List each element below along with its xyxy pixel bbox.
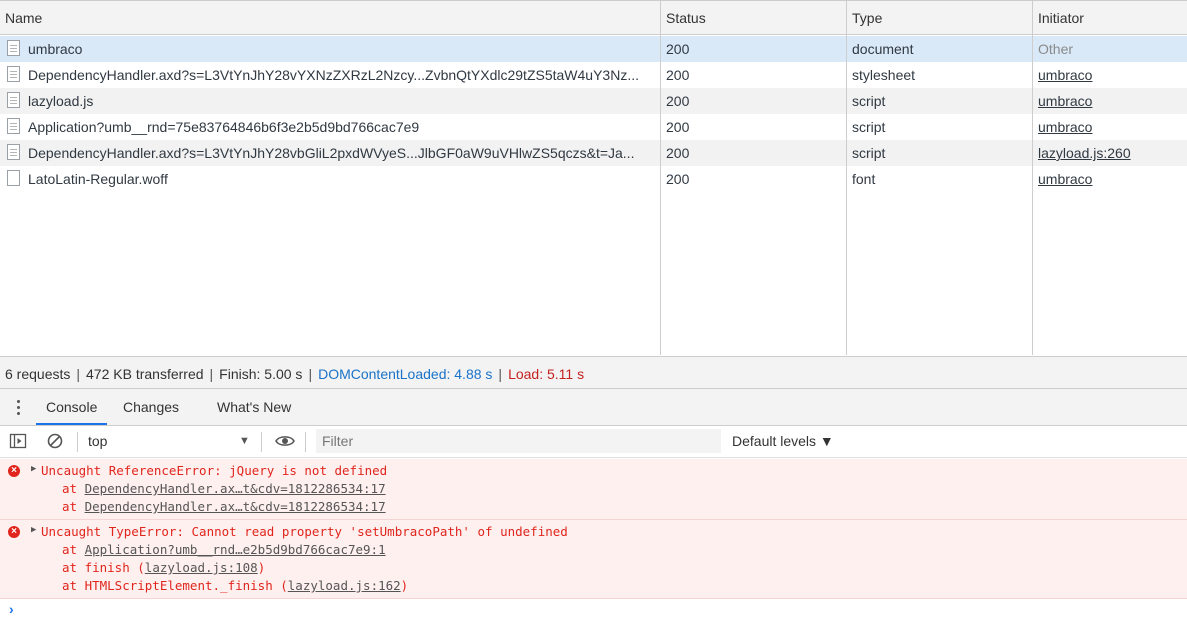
document-icon	[7, 66, 20, 82]
source-link[interactable]: Application?umb__rnd…e2b5d9bd766cac7e9:1	[85, 542, 386, 557]
request-status: 200	[666, 145, 690, 161]
request-initiator-link[interactable]: umbraco	[1038, 166, 1183, 192]
request-row[interactable]: Application?umb__rnd=75e83764846b6f3e2b5…	[0, 114, 1187, 140]
kebab-menu-icon[interactable]	[17, 400, 21, 416]
request-row[interactable]: DependencyHandler.axd?s=L3VtYnJhY28vYXNz…	[0, 62, 1187, 88]
stack-frame: at finish (lazyload.js:108)	[62, 560, 266, 575]
document-icon	[7, 144, 20, 160]
request-name: LatoLatin-Regular.woff	[28, 171, 168, 187]
request-initiator: Other	[1038, 41, 1074, 57]
stack-frame: at HTMLScriptElement._finish (lazyload.j…	[62, 578, 409, 593]
column-header-type[interactable]: Type	[847, 1, 882, 34]
context-selector[interactable]: top	[88, 426, 107, 457]
error-icon: ×	[8, 465, 20, 477]
request-name: DependencyHandler.axd?s=L3VtYnJhY28vbGli…	[28, 145, 635, 161]
column-header-status[interactable]: Status	[661, 1, 706, 34]
default-levels-dropdown[interactable]: Default levels ▼	[732, 426, 834, 457]
request-type: stylesheet	[852, 67, 916, 83]
request-type: script	[852, 119, 886, 135]
document-icon	[7, 40, 20, 56]
document-icon	[7, 118, 20, 134]
network-summary-bar: 6 requests | 472 KB transferred | Finish: 5.…	[0, 356, 1187, 389]
request-type: font	[852, 171, 876, 187]
request-status: 200	[666, 171, 690, 187]
sidebar-toggle-icon[interactable]	[9, 432, 27, 450]
column-divider[interactable]	[660, 1, 661, 355]
tab-console[interactable]: Console	[36, 389, 108, 425]
request-status: 200	[666, 67, 690, 83]
filter-input[interactable]	[316, 429, 721, 453]
request-type: document	[852, 41, 914, 57]
request-row[interactable]: DependencyHandler.axd?s=L3VtYnJhY28vbGli…	[0, 140, 1187, 166]
column-divider[interactable]	[1032, 1, 1033, 355]
source-link[interactable]: lazyload.js:108	[145, 560, 258, 575]
tab-whats-new[interactable]: What's New	[217, 389, 291, 425]
source-link[interactable]: DependencyHandler.ax…t&cdv=1812286534:17	[85, 499, 386, 514]
request-row[interactable]: umbraco 200 document Other	[0, 36, 1187, 62]
prompt-icon[interactable]: ›	[9, 601, 14, 617]
load-time: Load: 5.11 s	[508, 366, 585, 382]
expand-triangle-icon[interactable]: ▶	[31, 525, 36, 535]
request-status: 200	[666, 93, 690, 109]
console-error-message: × ▶ Uncaught ReferenceError: jQuery is n…	[0, 459, 1187, 520]
error-text[interactable]: Uncaught ReferenceError: jQuery is not d…	[41, 462, 387, 480]
error-icon: ×	[8, 526, 20, 538]
source-link[interactable]: lazyload.js:162	[288, 578, 401, 593]
chevron-down-icon[interactable]: ▼	[239, 426, 250, 457]
request-name: lazyload.js	[28, 93, 94, 109]
request-status: 200	[666, 41, 690, 57]
request-name: DependencyHandler.axd?s=L3VtYnJhY28vYXNz…	[28, 67, 639, 83]
drawer-tab-bar: Console Changes What's New	[0, 389, 1187, 426]
request-initiator-link[interactable]: umbraco	[1038, 62, 1183, 88]
request-type: script	[852, 93, 886, 109]
source-link[interactable]: DependencyHandler.ax…t&cdv=1812286534:17	[85, 481, 386, 496]
request-row[interactable]: LatoLatin-Regular.woff 200 font umbraco	[0, 166, 1187, 192]
stack-frame: at DependencyHandler.ax…t&cdv=1812286534…	[62, 481, 386, 496]
expand-triangle-icon[interactable]: ▶	[31, 464, 36, 474]
column-header-name[interactable]: Name	[0, 1, 42, 34]
request-initiator-link[interactable]: umbraco	[1038, 114, 1183, 140]
request-initiator-link[interactable]: umbraco	[1038, 88, 1183, 114]
column-header-initiator[interactable]: Initiator	[1033, 1, 1084, 34]
stack-frame: at Application?umb__rnd…e2b5d9bd766cac7e…	[62, 542, 386, 557]
error-text[interactable]: Uncaught TypeError: Cannot read property…	[41, 523, 568, 541]
request-count: 6 requests	[5, 366, 71, 382]
console-error-message: × ▶ Uncaught TypeError: Cannot read prop…	[0, 520, 1187, 599]
network-panel: Name Status Type Initiator umbraco 200 d…	[0, 0, 1187, 356]
transferred-size: 472 KB transferred	[86, 366, 204, 382]
request-type: script	[852, 145, 886, 161]
request-initiator-link[interactable]: lazyload.js:260	[1038, 140, 1183, 166]
clear-console-icon[interactable]	[46, 432, 64, 450]
network-table-header: Name Status Type Initiator	[0, 1, 1187, 35]
request-name: umbraco	[28, 41, 83, 57]
request-row[interactable]: lazyload.js 200 script umbraco	[0, 88, 1187, 114]
column-divider[interactable]	[846, 1, 847, 355]
request-status: 200	[666, 119, 690, 135]
eye-icon[interactable]	[275, 432, 295, 450]
request-name: Application?umb__rnd=75e83764846b6f3e2b5…	[28, 119, 420, 135]
stack-frame: at DependencyHandler.ax…t&cdv=1812286534…	[62, 499, 386, 514]
finish-time: Finish: 5.00 s	[219, 366, 303, 382]
console-toolbar: top ▼ Default levels ▼	[0, 426, 1187, 458]
tab-changes[interactable]: Changes	[123, 389, 179, 425]
document-icon	[7, 170, 20, 186]
dom-content-loaded-time: DOMContentLoaded: 4.88 s	[318, 366, 493, 382]
document-icon	[7, 92, 20, 108]
